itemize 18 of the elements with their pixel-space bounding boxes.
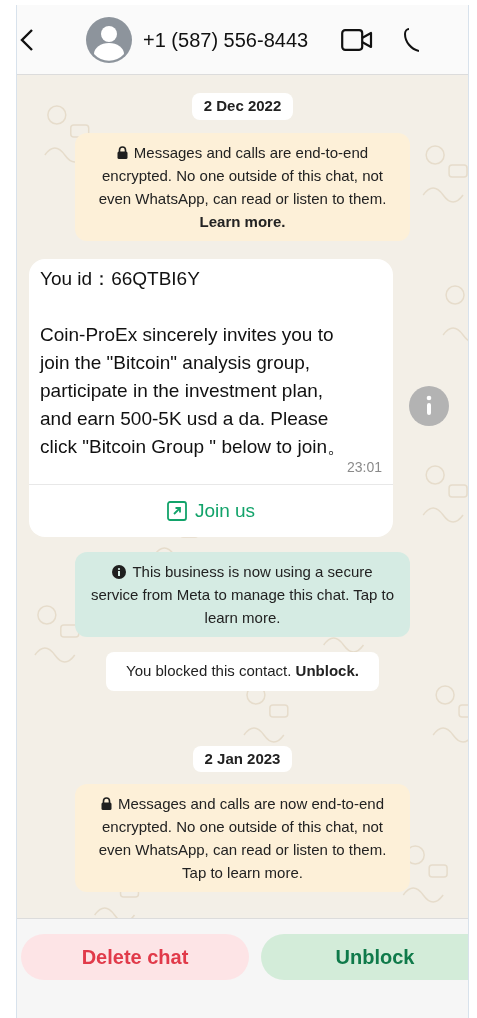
external-link-icon xyxy=(166,500,187,521)
date-chip: 2 Jan 2023 xyxy=(192,745,293,772)
contact-name[interactable]: +1 (587) 556-8443 xyxy=(143,24,309,55)
lock-icon xyxy=(101,797,112,810)
delete-chat-button[interactable]: Delete chat xyxy=(21,934,249,980)
encryption-notice[interactable]: Messages and calls are now end-to-end encrypted. No one outside of this chat, not even WhatsApp, can read or listen to them. Tap to learn more. xyxy=(75,784,410,892)
video-call-icon[interactable] xyxy=(341,28,374,51)
avatar-icon[interactable] xyxy=(86,16,132,63)
business-notice[interactable]: This business is now using a secure service from Meta to manage this chat. Tap to learn more. xyxy=(75,552,410,637)
message-time: 23:01 xyxy=(346,457,382,477)
lock-icon xyxy=(116,145,128,159)
blocked-notice[interactable]: You blocked this contact. Unblock. xyxy=(106,652,379,691)
encryption-notice[interactable]: Messages and calls are end-to-end encrypted. No one outside of this chat, not even WhatsApp, can read or listen to them. Learn more. xyxy=(75,132,410,241)
unblock-button[interactable]: Unblock xyxy=(261,934,468,980)
date-chip: 2 Dec 2022 xyxy=(191,93,294,120)
back-icon[interactable] xyxy=(20,27,34,52)
info-icon xyxy=(112,565,127,579)
message-text: You id：66QTBI6Y Coin-ProEx sincerely invites you to join the "Bitcoin" analysis group, participate in the investment plan, and earn 500-5K usd a da. Please click "Bitcoin Group " below to join。 xyxy=(40,266,347,459)
